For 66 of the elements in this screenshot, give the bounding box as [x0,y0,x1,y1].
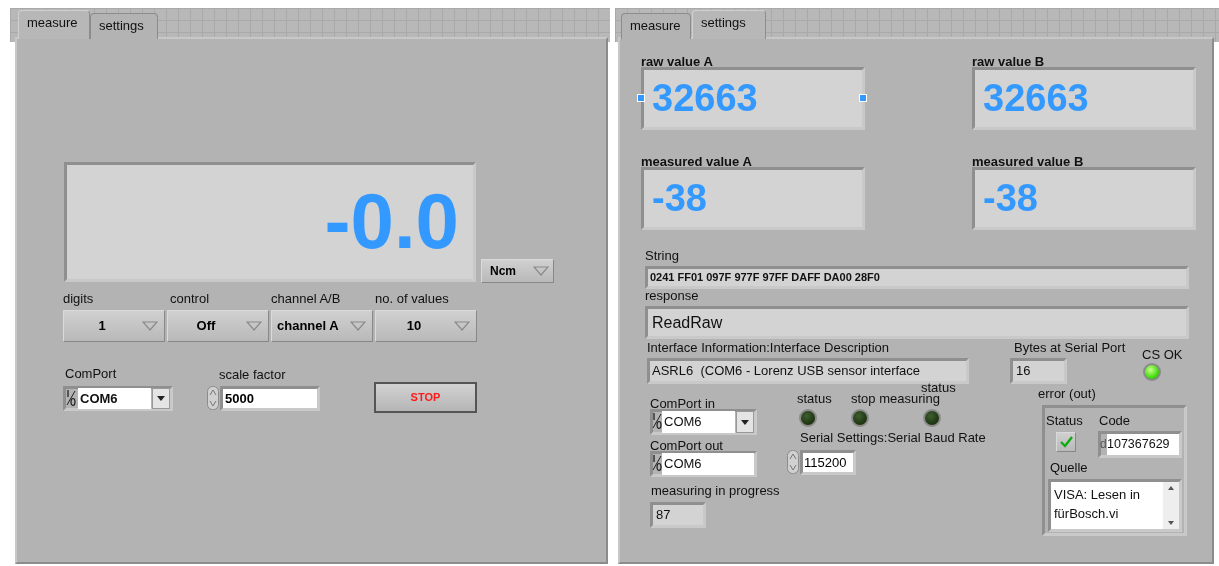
field-label: scale factor [219,367,286,382]
string-indicator: 0241 FF01 097F 977F 97FF DAFF DA00 28F0 [645,266,1189,289]
numeric-field[interactable]: 115200 [803,453,853,472]
indicator-label: raw value B [972,54,1045,69]
tab[interactable]: measure [18,10,90,39]
ring-control[interactable]: Off [167,310,269,342]
field-label: Status [1046,413,1083,428]
unit-ring[interactable]: Ncm [481,259,554,283]
indicator-label: measured value B [972,154,1084,169]
spinner-icon[interactable] [787,450,799,474]
numeric-field[interactable]: 5000 [223,389,317,408]
numeric-indicator: 32663 [972,67,1196,130]
io-icon [652,412,662,430]
numeric-indicator: 32663 [641,67,865,130]
io-icon [66,389,76,407]
indicator-label: Interface Information:Interface Description [647,340,890,355]
numeric-display: -0.0 [64,162,476,282]
dropdown-arrow-icon[interactable] [350,321,366,331]
tab[interactable]: measure [621,13,691,39]
indicator-label: String [645,248,679,263]
dropdown-arrow-icon[interactable] [533,266,549,276]
indicator-label: raw value A [641,54,713,69]
resize-handle[interactable] [637,94,645,102]
ring-label: no. of values [375,291,449,306]
ring-label: channel A/B [271,291,341,306]
string-field: VISA: Lesen in fürBosch.vi [1051,482,1163,529]
ring-label: control [170,291,210,306]
ring-control[interactable]: 10 [375,310,477,342]
string-indicator: ReadRaw [645,306,1189,339]
ring-control[interactable]: 1 [63,310,165,342]
tab[interactable]: settings [90,13,158,39]
ring-control[interactable]: channel A [271,310,373,342]
numeric-indicator: -38 [641,167,865,230]
dropdown-button-icon[interactable] [736,411,754,433]
tab[interactable]: settings [692,10,766,39]
numeric-indicator: 16 [1010,358,1067,384]
comport-field[interactable]: COM6 [78,388,151,409]
indicator-label: Bytes at Serial Port [1014,340,1126,355]
indicator-label: measuring in progress [651,483,780,498]
resize-handle[interactable] [859,94,867,102]
cluster-label: error (out) [1038,386,1096,401]
scrollbar[interactable] [1163,482,1179,529]
field-label: ComPort [65,366,117,381]
field-label: Serial Settings:Serial Baud Rate [800,430,986,445]
numeric-indicator: 87 [650,502,706,528]
ring-label: digits [63,291,94,306]
dropdown-arrow-icon[interactable] [454,321,470,331]
io-icon [652,454,662,472]
indicator-label: CS OK [1142,347,1183,362]
indicator-label: status [797,391,832,406]
spinner-icon[interactable] [207,386,219,410]
string-indicator: ASRL6 (COM6 - Lorenz USB sensor interface [647,358,969,384]
dropdown-arrow-icon[interactable] [142,321,158,331]
field-label: Code [1099,413,1131,428]
indicator-label: measured value A [641,154,752,169]
indicator-label: response [645,288,699,303]
field-label: ComPort out [650,438,723,453]
field-label: ComPort in [650,396,716,411]
dropdown-button-icon[interactable] [152,388,170,409]
comport-field[interactable]: COM6 [662,453,754,475]
radix-indicator: d [1100,436,1107,453]
numeric-indicator: -38 [972,167,1196,230]
dropdown-arrow-icon[interactable] [246,321,262,331]
numeric-field: 107367629 [1107,434,1179,455]
field-label: Quelle [1050,460,1088,475]
comport-field[interactable]: COM6 [662,411,735,433]
